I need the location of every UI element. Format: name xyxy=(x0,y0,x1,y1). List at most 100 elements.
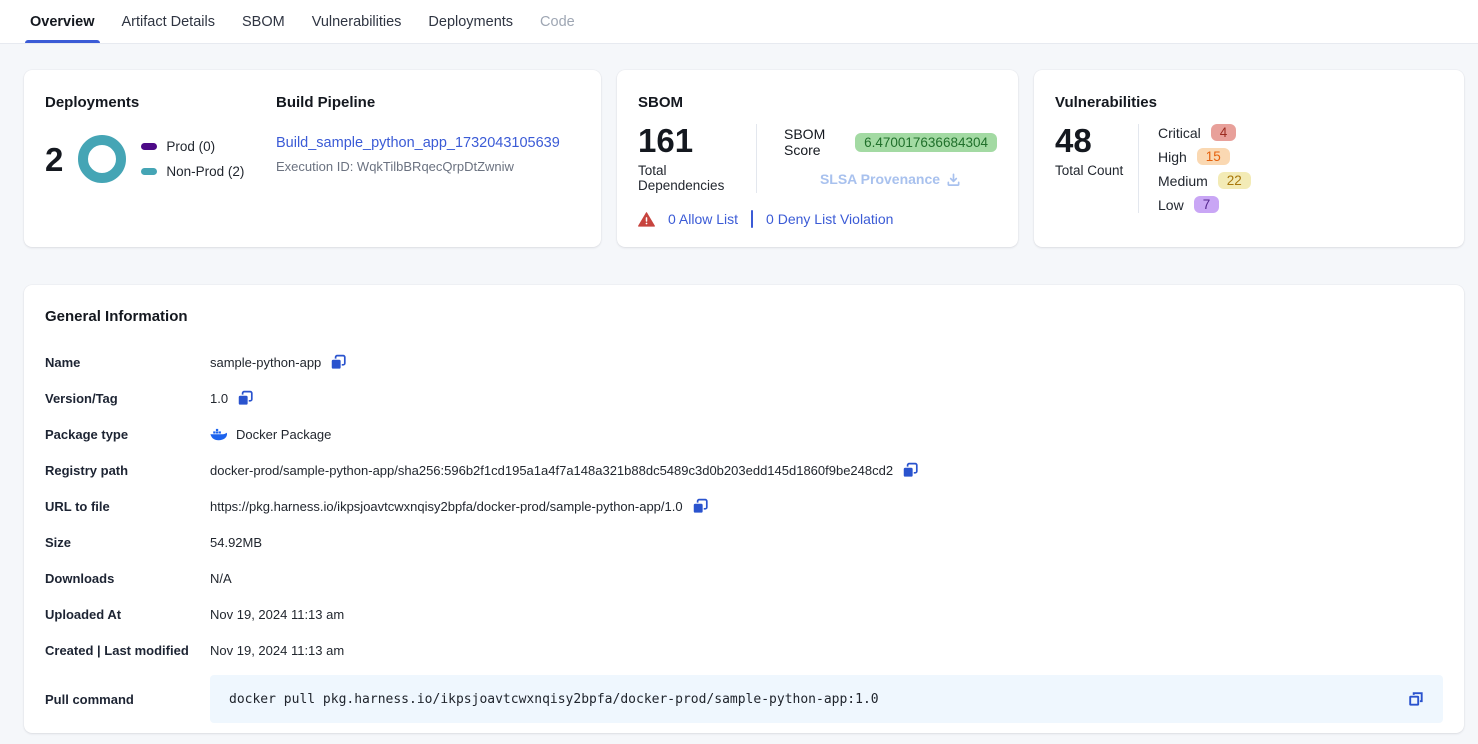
pull-command-box: docker pull pkg.harness.io/ikpsjoavtcwxn… xyxy=(210,675,1443,723)
pull-command-label: Pull command xyxy=(45,692,210,707)
row-package-type: Package type Docke xyxy=(45,416,1443,452)
copy-icon[interactable] xyxy=(902,462,919,479)
row-created-modified: Created | Last modified Nov 19, 2024 11:… xyxy=(45,632,1443,668)
vulnerabilities-total-block: 48 Total Count xyxy=(1055,124,1138,213)
vulnerabilities-stats: 48 Total Count Critical 4 High 15 Medium xyxy=(1055,124,1443,213)
slsa-provenance-label: SLSA Provenance xyxy=(820,171,940,187)
created-modified-value: Nov 19, 2024 11:13 am xyxy=(210,643,344,658)
downloads-value: N/A xyxy=(210,571,232,586)
tab-vulnerabilities[interactable]: Vulnerabilities xyxy=(312,0,402,43)
copy-icon[interactable] xyxy=(692,498,709,515)
downloads-label: Downloads xyxy=(45,571,210,586)
tab-overview[interactable]: Overview xyxy=(30,0,95,43)
build-pipeline-section: Build Pipeline Build_sample_python_app_1… xyxy=(276,94,580,223)
deployments-legend: Prod (0) Non-Prod (2) xyxy=(141,139,244,179)
severity-low-label: Low xyxy=(1158,197,1184,213)
tab-bar: Overview Artifact Details SBOM Vulnerabi… xyxy=(0,0,1478,44)
severity-row-medium: Medium 22 xyxy=(1158,172,1251,189)
severity-low-count: 7 xyxy=(1194,196,1220,213)
severity-row-high: High 15 xyxy=(1158,148,1251,165)
tab-code: Code xyxy=(540,0,575,43)
tab-deployments[interactable]: Deployments xyxy=(428,0,513,43)
severity-row-low: Low 7 xyxy=(1158,196,1251,213)
row-version: Version/Tag 1.0 xyxy=(45,380,1443,416)
legend-nonprod-label: Non-Prod (2) xyxy=(166,164,244,179)
sbom-title: SBOM xyxy=(638,94,997,111)
version-value: 1.0 xyxy=(210,391,228,406)
general-information-title: General Information xyxy=(45,308,1443,325)
deployments-card: Deployments 2 Prod (0) Non-Prod (2) xyxy=(24,70,601,247)
severity-high-count: 15 xyxy=(1197,148,1230,165)
sbom-card: SBOM 161 Total Dependencies SBOM Score 6… xyxy=(617,70,1018,247)
tab-sbom[interactable]: SBOM xyxy=(242,0,285,43)
legend-prod-label: Prod (0) xyxy=(166,139,215,154)
deployments-total: 2 xyxy=(45,143,63,176)
severity-critical-label: Critical xyxy=(1158,125,1201,141)
deployments-donut-chart xyxy=(78,135,126,183)
severity-medium-count: 22 xyxy=(1218,172,1251,189)
sbom-policy-links: 0 Allow List 0 Deny List Violation xyxy=(638,210,997,228)
legend-item-prod: Prod (0) xyxy=(141,139,244,154)
severity-medium-label: Medium xyxy=(1158,173,1208,189)
severity-high-label: High xyxy=(1158,149,1187,165)
vulnerabilities-card: Vulnerabilities 48 Total Count Critical … xyxy=(1034,70,1464,247)
pull-command-value: docker pull pkg.harness.io/ikpsjoavtcwxn… xyxy=(229,692,879,707)
execution-id: Execution ID: WqkTilbBRqecQrpDtZwniw xyxy=(276,159,580,174)
row-downloads: Downloads N/A xyxy=(45,560,1443,596)
copy-icon[interactable] xyxy=(237,390,254,407)
sbom-total: 161 xyxy=(638,124,756,157)
registry-path-value: docker-prod/sample-python-app/sha256:596… xyxy=(210,463,893,478)
general-information-rows: Name sample-python-app Version/Tag 1.0 xyxy=(45,344,1443,723)
warning-icon xyxy=(638,212,655,227)
page-content: Deployments 2 Prod (0) Non-Prod (2) xyxy=(0,44,1478,733)
name-value: sample-python-app xyxy=(210,355,321,370)
sbom-total-label: Total Dependencies xyxy=(638,163,756,193)
vulnerabilities-total: 48 xyxy=(1055,124,1138,157)
package-type-label: Package type xyxy=(45,427,210,442)
summary-cards-row: Deployments 2 Prod (0) Non-Prod (2) xyxy=(24,70,1464,247)
docker-icon xyxy=(210,428,227,441)
download-icon xyxy=(946,172,961,187)
vulnerabilities-title: Vulnerabilities xyxy=(1055,94,1443,111)
row-name: Name sample-python-app xyxy=(45,344,1443,380)
row-registry-path: Registry path docker-prod/sample-python-… xyxy=(45,452,1443,488)
uploaded-at-value: Nov 19, 2024 11:13 am xyxy=(210,607,344,622)
tab-artifact-details[interactable]: Artifact Details xyxy=(122,0,215,43)
slsa-provenance-link[interactable]: SLSA Provenance xyxy=(820,171,961,187)
sbom-total-block: 161 Total Dependencies xyxy=(638,124,756,193)
registry-path-label: Registry path xyxy=(45,463,210,478)
sbom-stats: 161 Total Dependencies SBOM Score 6.4700… xyxy=(638,124,997,193)
row-uploaded-at: Uploaded At Nov 19, 2024 11:13 am xyxy=(45,596,1443,632)
severity-list: Critical 4 High 15 Medium 22 Low 7 xyxy=(1139,124,1251,213)
package-type-value: Docker Package xyxy=(236,427,331,442)
uploaded-at-label: Uploaded At xyxy=(45,607,210,622)
legend-item-nonprod: Non-Prod (2) xyxy=(141,164,244,179)
pipeline-link[interactable]: Build_sample_python_app_1732043105639 xyxy=(276,135,560,151)
sbom-score-block: SBOM Score 6.470017636684304 SLSA Proven… xyxy=(757,124,997,193)
version-label: Version/Tag xyxy=(45,391,210,406)
created-modified-label: Created | Last modified xyxy=(45,643,210,658)
general-information-card: General Information Name sample-python-a… xyxy=(24,285,1464,733)
deployments-section: Deployments 2 Prod (0) Non-Prod (2) xyxy=(45,94,276,223)
sbom-score-label: SBOM Score xyxy=(784,126,845,158)
deny-list-link[interactable]: 0 Deny List Violation xyxy=(766,211,893,227)
row-pull-command: Pull command docker pull pkg.harness.io/… xyxy=(45,675,1443,723)
vulnerabilities-total-label: Total Count xyxy=(1055,163,1138,178)
url-to-file-label: URL to file xyxy=(45,499,210,514)
build-pipeline-title: Build Pipeline xyxy=(276,94,580,111)
severity-critical-count: 4 xyxy=(1211,124,1237,141)
allow-list-link[interactable]: 0 Allow List xyxy=(668,211,738,227)
sbom-score-badge: 6.470017636684304 xyxy=(855,133,997,152)
name-label: Name xyxy=(45,355,210,370)
link-divider xyxy=(751,210,753,228)
deployments-chart: 2 Prod (0) Non-Prod (2) xyxy=(45,135,276,183)
row-size: Size 54.92MB xyxy=(45,524,1443,560)
nonprod-color-swatch xyxy=(141,168,157,175)
row-url-to-file: URL to file https://pkg.harness.io/ikpsj… xyxy=(45,488,1443,524)
copy-icon[interactable] xyxy=(330,354,347,371)
prod-color-swatch xyxy=(141,143,157,150)
deployments-title: Deployments xyxy=(45,94,276,111)
url-to-file-value: https://pkg.harness.io/ikpsjoavtcwxnqisy… xyxy=(210,499,683,514)
copy-icon[interactable] xyxy=(1407,690,1425,708)
size-value: 54.92MB xyxy=(210,535,262,550)
